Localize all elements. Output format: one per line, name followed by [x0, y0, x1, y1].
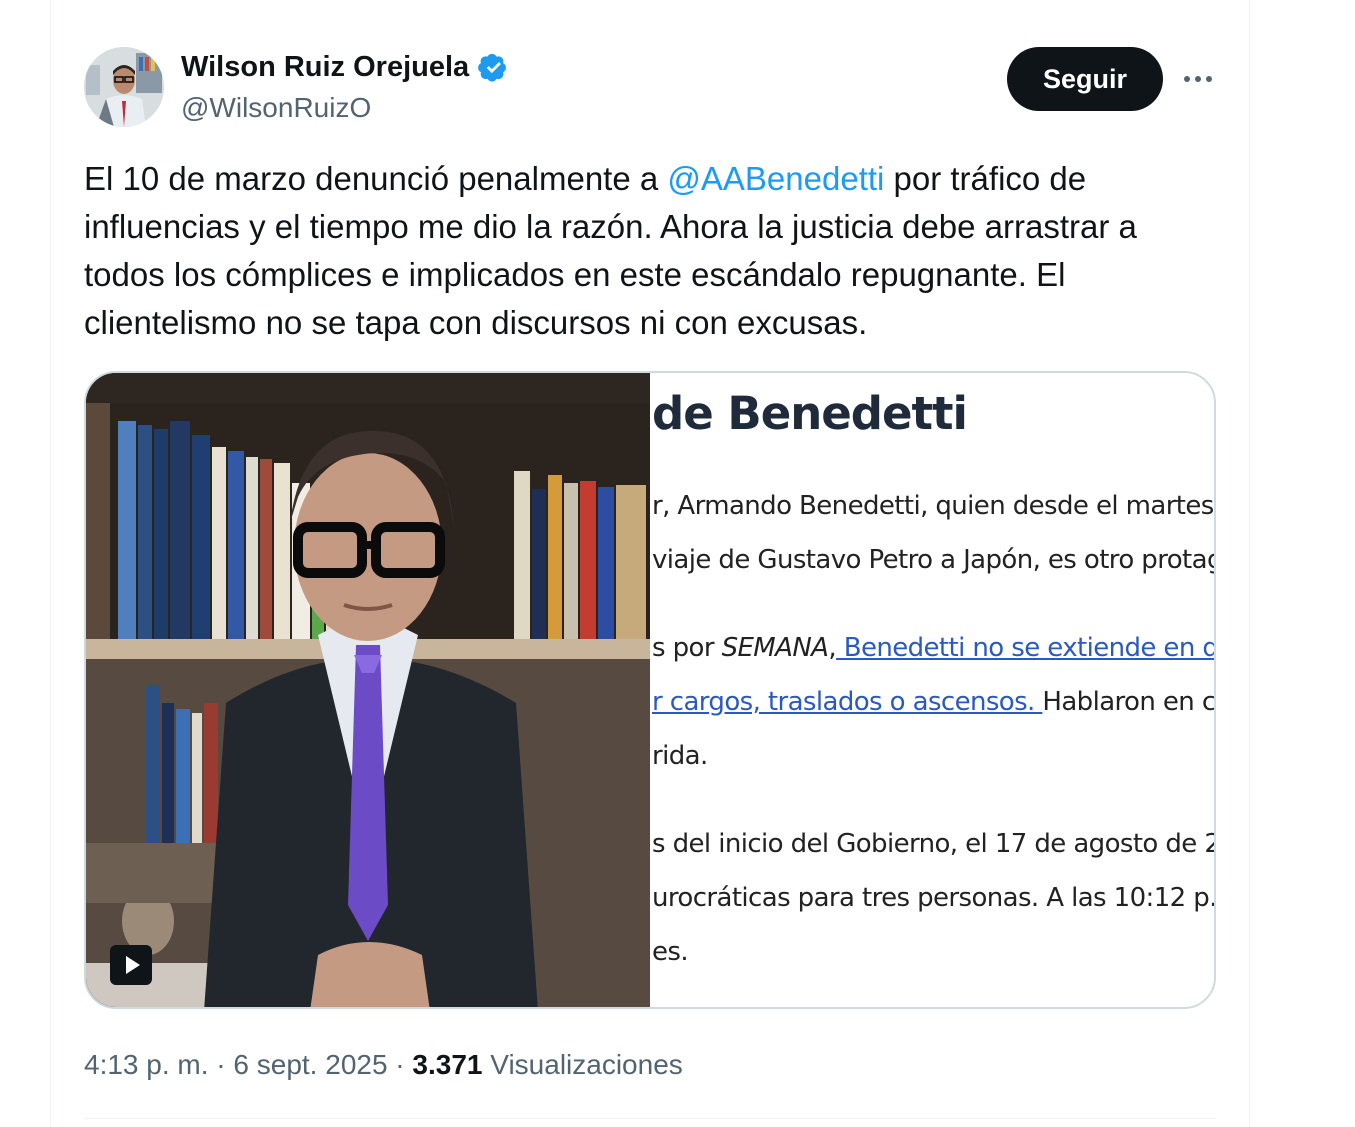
mention-link[interactable]: @AABenedetti [667, 160, 884, 197]
more-options-icon[interactable] [1178, 62, 1218, 96]
author-display-name[interactable]: Wilson Ruiz Orejuela [181, 49, 511, 85]
article-text: , [828, 633, 837, 663]
article-line: r cargos, traslados o ascensos. Hablaron… [652, 687, 1216, 717]
article-line: r, Armando Benedetti, quien desde el mar… [652, 491, 1216, 521]
video-thumbnail-image [86, 373, 650, 1007]
article-line: s del inicio del Gobierno, el 17 de agos… [652, 829, 1216, 859]
article-screenshot: de Benedetti r, Armando Benedetti, quien… [650, 373, 1216, 1007]
tweet-date[interactable]: 6 sept. 2025 [233, 1049, 387, 1080]
play-button[interactable] [110, 945, 152, 985]
meta-separator: · [208, 1049, 234, 1080]
article-line: urocráticas para tres personas. A las 10… [652, 883, 1216, 913]
article-text: Hablaron en cu [1042, 687, 1216, 717]
article-heading: de Benedetti [652, 387, 968, 440]
verified-badge-icon [478, 53, 507, 82]
article-link: Benedetti no se extiende en d [836, 633, 1216, 663]
meta-separator: · [387, 1049, 413, 1080]
views-label: Visualizaciones [490, 1049, 683, 1080]
author-handle[interactable]: @WilsonRuizO [181, 90, 371, 126]
play-icon [125, 956, 140, 974]
article-italic: SEMANA [721, 633, 829, 663]
tweet-text: El 10 de marzo denunció penalmente a @AA… [84, 155, 1219, 347]
tweet-time[interactable]: 4:13 p. m. [84, 1049, 209, 1080]
article-link: r cargos, traslados o ascensos. [652, 687, 1043, 717]
avatar[interactable] [84, 47, 164, 127]
article-line: es. [652, 937, 689, 967]
tweet-text-part: El 10 de marzo denunció penalmente a [84, 160, 668, 197]
author-name-text[interactable]: Wilson Ruiz Orejuela [181, 49, 469, 85]
article-line: s por SEMANA, Benedetti no se extiende e… [652, 633, 1216, 663]
video-thumbnail[interactable] [86, 373, 650, 1007]
follow-button[interactable]: Seguir [1007, 47, 1163, 111]
article-text: s por [652, 633, 722, 663]
article-line: viaje de Gustavo Petro a Japón, es otro … [652, 545, 1216, 575]
tweet-media[interactable]: de Benedetti r, Armando Benedetti, quien… [84, 371, 1216, 1009]
views-count: 3.371 [412, 1049, 483, 1080]
article-line: rida. [652, 741, 708, 771]
tweet-meta: 4:13 p. m. · 6 sept. 2025 · 3.371 Visual… [84, 1046, 683, 1084]
divider [84, 1118, 1216, 1119]
